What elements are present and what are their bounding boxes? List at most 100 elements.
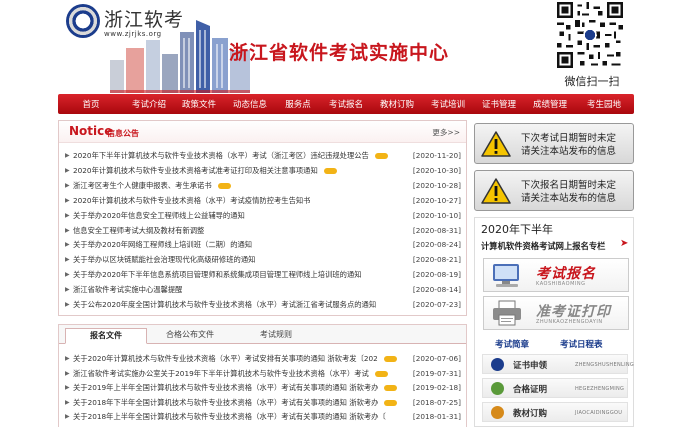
nav-item-policy[interactable]: 政策文件 [174, 98, 224, 110]
new-badge-icon [384, 399, 397, 406]
tab-registration-docs[interactable]: 报名文件 [65, 328, 147, 344]
bullet-arrow-icon: ▶ [65, 226, 70, 234]
nav-item-certificates[interactable]: 证书管理 [474, 98, 524, 110]
new-badge-icon [324, 167, 337, 174]
list-item[interactable]: ▶ 信息安全工程师考试大纲及教材有新调整 [2020-08-31] [65, 225, 463, 238]
site-header: 浙江软考 www.zjrjks.org 浙江省软件考试实施中心 微信扫一扫 [0, 0, 690, 93]
list-item-title[interactable]: 关于公布2020年度全国计算机技术与软件专业技术资格（水平）考试浙江省考试服务点… [73, 300, 376, 310]
certificate-claim-button[interactable]: 证书申领 ZHENGSHUSHENLING [482, 354, 634, 374]
list-item[interactable]: ▶ 浙江省软件考试实施办公室关于2019年下半年计算机技术与软件专业技术资格（水平… [65, 368, 463, 381]
bullet-arrow-icon: ▶ [65, 369, 70, 377]
qualification-proof-button[interactable]: 合格证明 HEGEZHENGMING [482, 378, 628, 398]
qualification-proof-label: 合格证明 [513, 385, 548, 395]
list-item[interactable]: ▶ 关于公布2020年度全国计算机技术与软件专业技术资格（水平）考试浙江省考试服务… [65, 299, 463, 312]
exam-brief-link[interactable]: 考试简章 [495, 338, 529, 350]
list-item-date: [2019-02-18] [412, 383, 461, 393]
bullet-arrow-icon: ▶ [65, 384, 70, 392]
exam-registration-sub: KAOSHIBAOMING [536, 281, 586, 287]
list-item[interactable]: ▶ 浙江考区考生个人健康申报表、考生承诺书 [2020-10-28] [65, 180, 463, 193]
list-item-title[interactable]: 关于举办2020年下半年信息系统项目管理师和系统集成项目管理工程师线上培训班的通… [73, 270, 362, 280]
exam-registration-button[interactable]: 考试报名 KAOSHIBAOMING [483, 258, 629, 292]
admission-ticket-print-button[interactable]: 准考证打印 ZHUNKAOZHENGDAYIN [483, 296, 629, 330]
alert-line: 下次考试日期暂时未定 [521, 133, 617, 144]
list-item-title[interactable]: 信息安全工程师考试大纲及教材有新调整 [73, 226, 204, 236]
textbook-order-button[interactable]: 教材订购 JIAOCAIDINGGOU [482, 402, 628, 422]
list-item[interactable]: ▶ 2020年下半年计算机技术与软件专业技术资格（水平）考试（浙江考区）违纪违规处… [65, 150, 463, 163]
qualification-icon [491, 382, 504, 395]
logo-emblem-icon [66, 4, 100, 38]
warning-icon [481, 131, 511, 157]
notice-subtitle: 信息公告 [107, 129, 139, 138]
site-title: 浙江省软件考试实施中心 [229, 42, 450, 64]
list-item-title[interactable]: 关于2019年上半年全国计算机技术与软件专业技术资格（水平）考试有关事项的通知 … [73, 383, 378, 393]
bullet-arrow-icon: ▶ [65, 355, 70, 362]
certificate-claim-label: 证书申领 [513, 361, 548, 371]
list-item-title[interactable]: 关于2018年下半年全国计算机技术与软件专业技术资格（水平）考试有关事项的通知 … [73, 398, 378, 408]
nav-item-registration[interactable]: 考试报名 [320, 98, 372, 110]
alert-line: 下次报名日期暂时未定 [521, 180, 617, 191]
exam-date-alert: 下次考试日期暂时未定 请关注本站发布的信息 [474, 123, 634, 164]
list-item-date: [2020-08-31] [412, 225, 461, 235]
list-item-title[interactable]: 关于举办2020年网络工程师线上培训班（二期）的通知 [73, 240, 252, 250]
warning-icon [481, 178, 511, 204]
list-item-title[interactable]: 关于2020年计算机技术与软件专业技术资格（水平）考试安排有关事项的通知 浙软考… [73, 354, 378, 364]
new-badge-icon [218, 182, 231, 189]
list-item-title[interactable]: 2020年计算机技术与软件专业技术资格考试准考证打印及相关注意事项通知 [73, 166, 318, 176]
list-item[interactable]: ▶ 关于举办2020年信息安全工程师线上公益辅导的通知 [2020-10-10] [65, 210, 463, 223]
bullet-arrow-icon: ▶ [65, 413, 70, 421]
list-item-date: [2020-10-28] [412, 180, 461, 190]
tab-bar: 报名文件 合格公布文件 考试规则 [59, 325, 466, 344]
list-item[interactable]: ▶ 关于2019年上半年全国计算机技术与软件专业技术资格（水平）考试有关事项的通知… [65, 382, 463, 395]
exam-schedule-link[interactable]: 考试日程表 [560, 338, 603, 350]
list-item-title[interactable]: 浙江考区考生个人健康申报表、考生承诺书 [73, 181, 212, 191]
alert-line: 请关注本站发布的信息 [521, 193, 617, 204]
list-item-title[interactable]: 浙江省软件考试实施中心温馨提醒 [73, 285, 182, 295]
list-item-title[interactable]: 关于2018年上半年全国计算机技术与软件专业技术资格（水平）考试有关事项的通知 … [73, 412, 386, 422]
notice-title: Notice [69, 124, 113, 138]
admission-ticket-print-label: 准考证打印 [536, 304, 611, 320]
list-item-title[interactable]: 2020年计算机技术与软件专业技术资格（水平）考试疫情防控考生告知书 [73, 196, 310, 206]
bullet-arrow-icon: ▶ [65, 286, 70, 294]
certificate-claim-sub: ZHENGSHUSHENLING [575, 362, 635, 368]
list-item-date: [2020-08-19] [412, 270, 461, 280]
certificate-icon [491, 358, 504, 371]
notice-more-link[interactable]: 更多>> [432, 127, 460, 138]
registration-heading: 计算机软件资格考试网上报名专栏 [481, 241, 606, 251]
list-item-title[interactable]: 关于举办以区块链赋能社会治理现代化高级研修班的通知 [73, 255, 255, 265]
nav-item-news[interactable]: 动态信息 [224, 98, 276, 110]
nav-item-scores[interactable]: 成绩管理 [524, 98, 576, 110]
bullet-arrow-icon: ▶ [65, 301, 70, 308]
nav-item-home[interactable]: 首页 [58, 98, 124, 110]
list-item[interactable]: ▶ 关于2018年下半年全国计算机技术与软件专业技术资格（水平）考试有关事项的通知… [65, 397, 463, 410]
textbook-order-label: 教材订购 [513, 409, 548, 419]
list-item[interactable]: ▶ 关于举办以区块链赋能社会治理现代化高级研修班的通知 [2020-08-21] [65, 254, 463, 267]
list-item-title[interactable]: 浙江省软件考试实施办公室关于2019年下半年计算机技术与软件专业技术资格（水平）… [73, 369, 369, 379]
book-icon [491, 406, 504, 419]
nav-item-candidates[interactable]: 考生园地 [576, 98, 632, 110]
qualification-proof-sub: HEGEZHENGMING [575, 386, 625, 392]
bullet-arrow-icon: ▶ [65, 271, 70, 279]
list-item[interactable]: ▶ 关于举办2020年网络工程师线上培训班（二期）的通知 [2020-08-24] [65, 239, 463, 252]
tab-exam-rules[interactable]: 考试规则 [235, 328, 317, 344]
list-item[interactable]: ▶ 2020年计算机技术与软件专业技术资格（水平）考试疫情防控考生告知书 [2020… [65, 195, 463, 208]
list-item[interactable]: ▶ 关于2018年上半年全国计算机技术与软件专业技术资格（水平）考试有关事项的通知… [65, 411, 463, 424]
printer-icon [493, 300, 521, 326]
tab-pass-announcements[interactable]: 合格公布文件 [149, 328, 231, 344]
list-item[interactable]: ▶ 2020年计算机技术与软件专业技术资格考试准考证打印及相关注意事项通知 [202… [65, 165, 463, 178]
list-item-title[interactable]: 2020年下半年计算机技术与软件专业技术资格（水平）考试（浙江考区）违纪违规处理… [73, 151, 369, 161]
documents-tab-panel: 报名文件 合格公布文件 考试规则 ▶ 关于2020年计算机技术与软件专业技术资格（… [58, 324, 467, 427]
list-item[interactable]: ▶ 关于2020年计算机技术与软件专业技术资格（水平）考试安排有关事项的通知 浙软… [65, 353, 463, 366]
nav-item-training[interactable]: 考试培训 [422, 98, 474, 110]
nav-item-exam-intro[interactable]: 考试介绍 [124, 98, 174, 110]
bullet-arrow-icon: ▶ [65, 196, 70, 204]
list-item[interactable]: ▶ 浙江省软件考试实施中心温馨提醒 [2020-08-14] [65, 284, 463, 297]
list-item-date: [2019-07-31] [412, 368, 461, 378]
nav-item-textbooks[interactable]: 教材订购 [372, 98, 422, 110]
list-item-title[interactable]: 关于举办2020年信息安全工程师线上公益辅导的通知 [73, 211, 245, 221]
list-item-date: [2018-07-25] [412, 397, 461, 407]
list-item-date: [2020-08-21] [412, 255, 461, 265]
nav-item-service-points[interactable]: 服务点 [276, 98, 320, 110]
list-item[interactable]: ▶ 关于举办2020年下半年信息系统项目管理师和系统集成项目管理工程师线上培训班的… [65, 269, 463, 282]
bullet-arrow-icon: ▶ [65, 398, 70, 406]
bullet-arrow-icon: ▶ [65, 152, 70, 159]
